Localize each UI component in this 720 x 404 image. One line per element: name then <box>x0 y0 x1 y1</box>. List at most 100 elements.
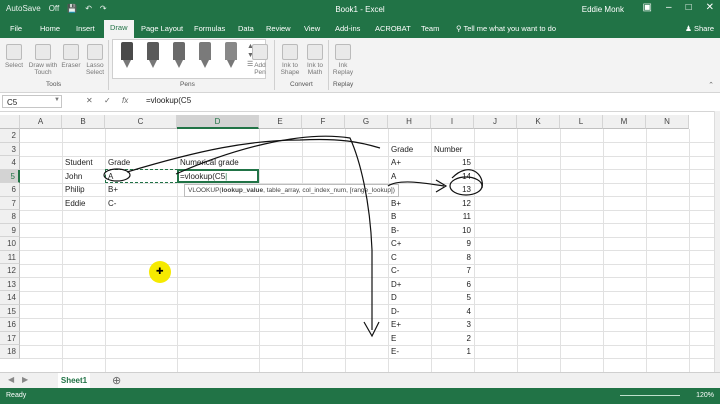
vertical-scrollbar[interactable] <box>714 111 720 372</box>
lookup-grade-cell[interactable]: E+ <box>391 318 401 331</box>
cell-c6[interactable]: B+ <box>108 183 118 196</box>
column-header-b[interactable]: B <box>62 115 105 129</box>
tab-page-layout[interactable]: Page Layout <box>141 24 183 33</box>
tab-file[interactable]: File <box>10 24 22 33</box>
row-header-11[interactable]: 11 <box>0 250 20 264</box>
pen-5[interactable] <box>225 42 237 72</box>
share-button[interactable]: ♟ Share <box>685 24 714 33</box>
column-header-d[interactable]: D <box>177 115 259 129</box>
lookup-number-cell[interactable]: 4 <box>431 305 471 318</box>
lookup-number-cell[interactable]: 10 <box>431 224 471 237</box>
lookup-number-cell[interactable]: 6 <box>431 278 471 291</box>
maximize-icon[interactable]: □ <box>686 2 692 13</box>
column-header-a[interactable]: A <box>20 115 62 129</box>
row-header-18[interactable]: 18 <box>0 345 20 359</box>
name-box-dropdown-icon[interactable]: ▼ <box>54 97 60 103</box>
cell-b7[interactable]: Eddie <box>65 197 85 210</box>
lookup-grade-cell[interactable]: B <box>391 210 396 223</box>
cell-h3[interactable]: Grade <box>391 143 413 156</box>
lookup-number-cell[interactable]: 2 <box>431 332 471 345</box>
row-header-9[interactable]: 9 <box>0 223 20 237</box>
lookup-grade-cell[interactable]: D <box>391 291 397 304</box>
lookup-grade-cell[interactable]: A <box>391 170 396 183</box>
lookup-number-cell[interactable]: 5 <box>431 291 471 304</box>
lookup-grade-cell[interactable]: D- <box>391 305 399 318</box>
function-argument-tooltip[interactable]: VLOOKUP(lookup_value, table_array, col_i… <box>184 184 399 197</box>
enter-icon[interactable]: ✓ <box>104 96 111 105</box>
close-icon[interactable]: ✕ <box>706 2 714 13</box>
row-header-12[interactable]: 12 <box>0 264 20 278</box>
row-header-3[interactable]: 3 <box>0 142 20 156</box>
column-header-g[interactable]: G <box>345 115 388 129</box>
ink-to-math-button[interactable]: Ink to Math <box>304 44 326 76</box>
pen-3[interactable] <box>173 42 185 72</box>
formula-input[interactable]: =vlookup(C5 <box>146 96 191 105</box>
lookup-number-cell[interactable]: 15 <box>431 156 471 169</box>
pen-2[interactable] <box>147 42 159 72</box>
column-header-j[interactable]: J <box>474 115 517 129</box>
lookup-grade-cell[interactable]: E <box>391 332 396 345</box>
lookup-number-cell[interactable]: 14 <box>431 170 471 183</box>
column-header-h[interactable]: H <box>388 115 431 129</box>
ribbon-display-icon[interactable]: ▣ <box>643 2 652 13</box>
lookup-number-cell[interactable]: 8 <box>431 251 471 264</box>
lookup-grade-cell[interactable]: D+ <box>391 278 401 291</box>
tab-insert[interactable]: Insert <box>76 24 95 33</box>
lookup-number-cell[interactable]: 11 <box>431 210 471 223</box>
column-header-l[interactable]: L <box>560 115 603 129</box>
cell-c4[interactable]: Grade <box>108 156 130 169</box>
cell-b4[interactable]: Student <box>65 156 93 169</box>
row-header-10[interactable]: 10 <box>0 237 20 251</box>
pen-4[interactable] <box>199 42 211 72</box>
sheet-nav-prev-icon[interactable]: ◀ <box>8 375 14 384</box>
tab-acrobat[interactable]: ACROBAT <box>375 24 411 33</box>
cell-c5[interactable]: A <box>108 170 113 183</box>
cell-b6[interactable]: Philip <box>65 183 85 196</box>
cell-b5[interactable]: John <box>65 170 82 183</box>
collapse-ribbon-icon[interactable]: ⌃ <box>708 81 714 89</box>
tab-draw[interactable]: Draw <box>104 20 134 38</box>
tab-data[interactable]: Data <box>238 24 254 33</box>
lookup-number-cell[interactable]: 12 <box>431 197 471 210</box>
row-header-17[interactable]: 17 <box>0 331 20 345</box>
lookup-grade-cell[interactable]: A+ <box>391 156 401 169</box>
lookup-grade-cell[interactable]: B+ <box>391 197 401 210</box>
cell-d5-editing[interactable]: =vlookup(C5| <box>180 170 227 183</box>
lookup-grade-cell[interactable]: E- <box>391 345 399 358</box>
row-header-6[interactable]: 6 <box>0 183 20 197</box>
column-header-k[interactable]: K <box>517 115 560 129</box>
lookup-number-cell[interactable]: 13 <box>431 183 471 196</box>
user-name[interactable]: Eddie Monk <box>582 5 624 14</box>
column-header-e[interactable]: E <box>259 115 302 129</box>
tab-home[interactable]: Home <box>40 24 60 33</box>
cell-d4[interactable]: Numerical grade <box>180 156 239 169</box>
lookup-number-cell[interactable]: 9 <box>431 237 471 250</box>
column-header-m[interactable]: M <box>603 115 646 129</box>
row-header-13[interactable]: 13 <box>0 277 20 291</box>
tab-team[interactable]: Team <box>421 24 439 33</box>
column-header-f[interactable]: F <box>302 115 345 129</box>
eraser-button[interactable]: Eraser <box>60 44 82 69</box>
ink-replay-button[interactable]: Ink Replay <box>332 44 354 76</box>
select-button[interactable]: Select <box>4 44 24 69</box>
lookup-grade-cell[interactable]: C- <box>391 264 399 277</box>
cell-i3[interactable]: Number <box>434 143 462 156</box>
minimize-icon[interactable]: – <box>666 2 672 13</box>
draw-with-touch-button[interactable]: Draw with Touch <box>26 44 60 76</box>
lookup-number-cell[interactable]: 1 <box>431 345 471 358</box>
name-box[interactable]: C5 <box>2 95 62 108</box>
cancel-icon[interactable]: ✕ <box>86 96 93 105</box>
tab-formulas[interactable]: Formulas <box>194 24 225 33</box>
row-header-14[interactable]: 14 <box>0 291 20 305</box>
lookup-number-cell[interactable]: 3 <box>431 318 471 331</box>
add-pen-button[interactable]: Add Pen <box>250 44 270 76</box>
row-header-2[interactable]: 2 <box>0 129 20 143</box>
row-header-15[interactable]: 15 <box>0 304 20 318</box>
tab-add-ins[interactable]: Add-ins <box>335 24 360 33</box>
insert-function-button[interactable]: fx <box>122 96 128 105</box>
column-header-i[interactable]: I <box>431 115 474 129</box>
tell-me-box[interactable]: ⚲ Tell me what you want to do <box>456 24 556 33</box>
row-header-4[interactable]: 4 <box>0 156 20 170</box>
tab-view[interactable]: View <box>304 24 320 33</box>
zoom-level[interactable]: 120% <box>696 392 714 399</box>
